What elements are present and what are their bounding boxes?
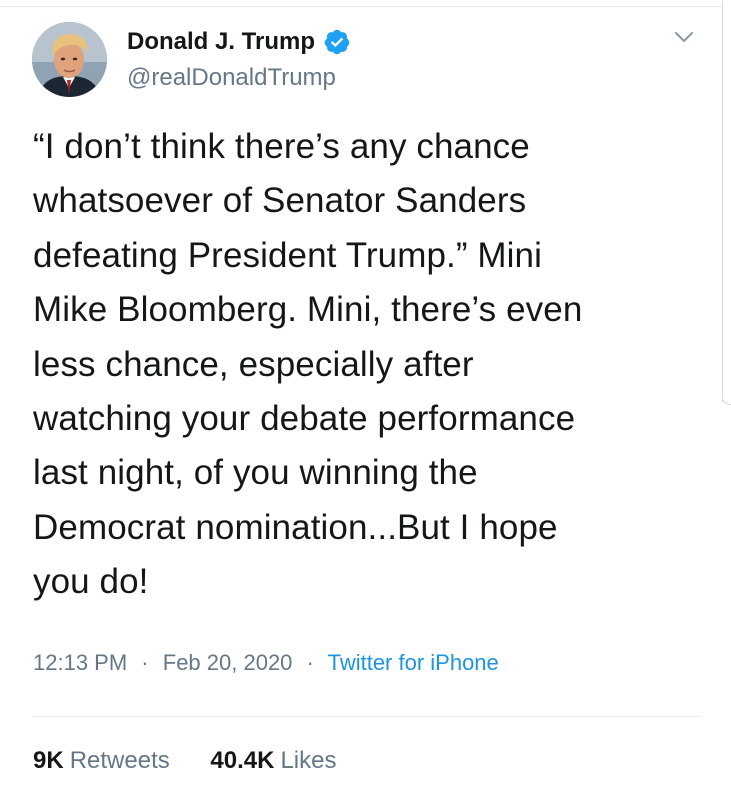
scrollbar-corner: [722, 395, 731, 405]
tweet-stats: 9K Retweets 40.4K Likes: [33, 747, 370, 775]
retweets-stat[interactable]: 9K Retweets: [33, 747, 170, 775]
avatar[interactable]: [32, 22, 107, 97]
tweet-meta: 12:13 PM · Feb 20, 2020 · Twitter for iP…: [33, 650, 499, 676]
author-handle[interactable]: @realDonaldTrump: [127, 64, 336, 92]
top-border: [0, 6, 722, 7]
divider: [33, 716, 701, 717]
likes-label: Likes: [280, 747, 337, 774]
retweets-label: Retweets: [69, 747, 170, 774]
tweet-source-link[interactable]: Twitter for iPhone: [328, 650, 499, 675]
meta-separator: ·: [306, 650, 314, 675]
chevron-down-icon[interactable]: [672, 28, 696, 46]
likes-count: 40.4K: [210, 747, 275, 774]
author-name-row[interactable]: Donald J. Trump: [127, 24, 351, 60]
scrollbar-track[interactable]: [722, 0, 723, 402]
author-display-name[interactable]: Donald J. Trump: [127, 28, 315, 56]
tweet-date[interactable]: Feb 20, 2020: [163, 650, 293, 675]
avatar-image: [32, 22, 107, 97]
verified-badge-icon: [324, 29, 350, 55]
tweet-text: “I don’t think there’s any chance whatso…: [33, 127, 583, 602]
tweet-time[interactable]: 12:13 PM: [33, 650, 127, 675]
retweets-count: 9K: [33, 747, 64, 774]
likes-stat[interactable]: 40.4K Likes: [210, 747, 336, 775]
meta-separator: ·: [141, 650, 149, 675]
